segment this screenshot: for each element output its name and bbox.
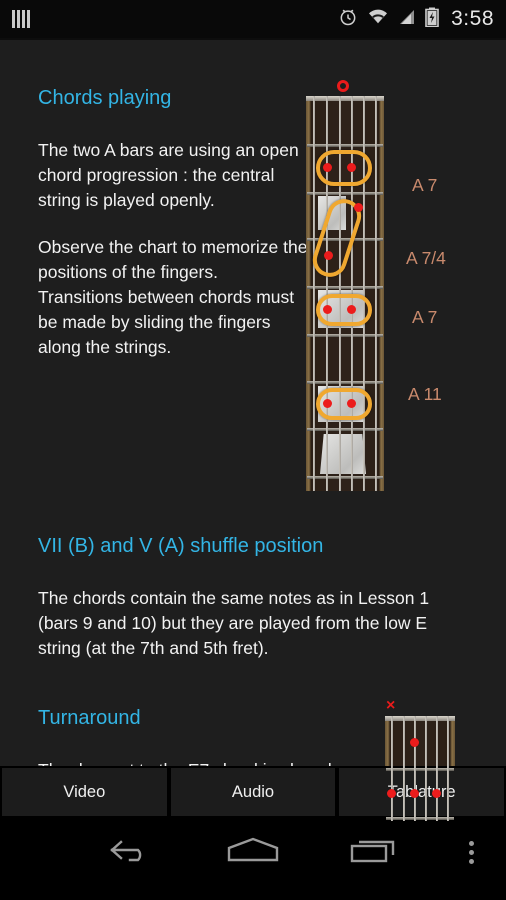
- fret-line: [307, 476, 383, 479]
- equalizer-bars-icon: [12, 10, 30, 28]
- content-top-divider: [0, 38, 506, 40]
- guitar-string: [391, 716, 393, 821]
- fret-line: [307, 144, 383, 147]
- lesson-content-scroll[interactable]: Chords playing The two A bars are using …: [0, 38, 506, 821]
- finger-dot: [323, 163, 332, 172]
- nav-back-button[interactable]: [70, 837, 192, 868]
- fretboard-nut: [306, 96, 384, 101]
- muted-string-marker-icon: ×: [386, 697, 396, 714]
- nav-home-button[interactable]: [192, 837, 314, 868]
- fret-line: [386, 817, 454, 820]
- recent-apps-icon: [349, 836, 401, 869]
- section-paragraph-chords-1: The two A bars are using an open chord p…: [38, 140, 299, 210]
- section-paragraph-chords-2: Observe the chart to memorize the positi…: [38, 237, 308, 357]
- section-heading-shuffle-position: VII (B) and V (A) shuffle position: [38, 535, 324, 557]
- chord-label-a7-first: A 7: [412, 175, 438, 195]
- chord-label-a7-second: A 7: [412, 307, 438, 327]
- status-bar-clock: 3:58: [451, 7, 494, 30]
- home-icon: [225, 837, 281, 868]
- cell-signal-icon: [398, 8, 416, 31]
- finger-dot: [347, 163, 356, 172]
- status-bar: 3:58: [0, 0, 506, 38]
- guitar-string: [447, 716, 449, 821]
- guitar-string: [414, 716, 416, 821]
- fret-line: [386, 768, 454, 771]
- section-chords-playing: Chords playing The two A bars are using …: [38, 86, 308, 360]
- finger-dot: [387, 789, 396, 798]
- status-bar-left: [12, 10, 30, 28]
- guitar-string: [425, 716, 427, 821]
- guitar-fretboard-chord-chart: A 7 A 7/4 A 7 A 11: [306, 80, 446, 491]
- nav-overflow-button[interactable]: [436, 840, 506, 864]
- fret-line: [307, 381, 383, 384]
- fretboard-graphic: [306, 96, 384, 491]
- alarm-clock-icon: [338, 7, 358, 32]
- tab-video[interactable]: Video: [2, 768, 167, 816]
- overflow-menu-icon: [468, 840, 474, 864]
- finger-dot: [354, 203, 363, 212]
- section-heading-turnaround: Turnaround: [38, 707, 141, 729]
- guitar-string: [375, 96, 377, 491]
- finger-dot: [324, 251, 333, 260]
- finger-dot: [410, 789, 419, 798]
- chord-label-a7-4: A 7/4: [406, 248, 446, 268]
- fret-line: [307, 334, 383, 337]
- nav-recents-button[interactable]: [314, 836, 436, 869]
- finger-dot: [323, 305, 332, 314]
- section-shuffle-position: VII (B) and V (A) shuffle position The c…: [38, 534, 470, 661]
- section-paragraph-shuffle: The chords contain the same notes as in …: [38, 588, 430, 658]
- wifi-icon: [367, 8, 389, 31]
- fret-line: [307, 286, 383, 289]
- finger-dot: [347, 305, 356, 314]
- guitar-string: [313, 96, 315, 491]
- finger-dot: [410, 738, 419, 747]
- fret-line: [307, 428, 383, 431]
- finger-dot: [432, 789, 441, 798]
- tab-tablature[interactable]: Tablature: [339, 768, 505, 816]
- finger-dot: [323, 399, 332, 408]
- open-string-marker-icon: [337, 80, 349, 92]
- fret-line: [307, 192, 383, 195]
- status-bar-right: 3:58: [338, 7, 494, 32]
- tab-audio[interactable]: Audio: [170, 768, 336, 816]
- android-navigation-bar: [0, 821, 506, 883]
- guitar-string: [436, 716, 438, 821]
- lesson-tab-bar: Video Audio Tablature: [0, 766, 506, 821]
- chord-label-a11: A 11: [408, 384, 442, 404]
- battery-charging-icon: [425, 7, 439, 32]
- guitar-string: [403, 716, 405, 821]
- back-arrow-icon: [108, 837, 154, 868]
- fretboard-nut: [385, 716, 455, 721]
- section-heading-chords-playing: Chords playing: [38, 87, 172, 109]
- finger-dot: [347, 399, 356, 408]
